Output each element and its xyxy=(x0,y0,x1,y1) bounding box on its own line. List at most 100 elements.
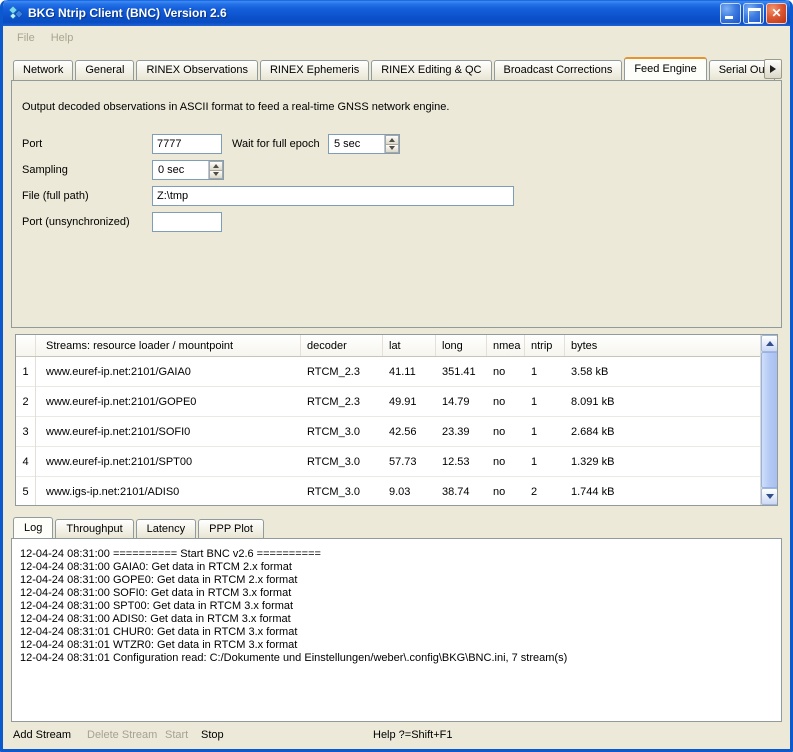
tab-latency[interactable]: Latency xyxy=(136,519,197,538)
close-button[interactable]: ✕ xyxy=(766,3,787,24)
bottom-action-bar: Add Stream Delete Stream Start Stop Help… xyxy=(3,722,790,750)
scroll-down-icon[interactable] xyxy=(761,488,778,505)
cell-bytes: 3.58 kB xyxy=(565,366,760,378)
menubar: File Help xyxy=(3,26,790,50)
tab-throughput[interactable]: Throughput xyxy=(55,519,133,538)
wait-for-full-epoch-label: Wait for full epoch xyxy=(232,138,328,150)
main-tabbar: Network General RINEX Observations RINEX… xyxy=(13,56,782,80)
cell-decoder: RTCM_2.3 xyxy=(301,396,383,408)
tab-rinex-observations[interactable]: RINEX Observations xyxy=(136,60,257,80)
tab-broadcast-corrections[interactable]: Broadcast Corrections xyxy=(494,60,623,80)
scrollbar-thumb[interactable] xyxy=(761,352,778,488)
sampling-spin-up-icon[interactable] xyxy=(209,161,223,171)
port-unsynchronized-label: Port (unsynchronized) xyxy=(22,216,152,228)
delete-stream-button[interactable]: Delete Stream xyxy=(87,729,157,741)
wait-for-full-epoch-spinbox[interactable]: 5 sec xyxy=(328,134,400,154)
log-pane: 12-04-24 08:31:00 ========== Start BNC v… xyxy=(11,538,782,722)
window-title: BKG Ntrip Client (BNC) Version 2.6 xyxy=(28,6,720,20)
cell-mountpoint: www.euref-ip.net:2101/GAIA0 xyxy=(36,366,301,378)
cell-long: 12.53 xyxy=(436,456,487,468)
cell-nmea: no xyxy=(487,396,525,408)
cell-nmea: no xyxy=(487,366,525,378)
cell-mountpoint: www.igs-ip.net:2101/ADIS0 xyxy=(36,486,301,498)
add-stream-button[interactable]: Add Stream xyxy=(13,729,71,741)
row-number: 4 xyxy=(16,447,36,477)
sampling-spin-down-icon[interactable] xyxy=(209,171,223,180)
app-window: BKG Ntrip Client (BNC) Version 2.6 ✕ Fil… xyxy=(0,0,793,752)
row-number: 3 xyxy=(16,417,36,447)
log-line: 12-04-24 08:31:01 WTZR0: Get data in RTC… xyxy=(20,639,775,652)
cell-mountpoint: www.euref-ip.net:2101/SOFI0 xyxy=(36,426,301,438)
stop-button[interactable]: Stop xyxy=(201,729,224,741)
menu-help[interactable]: Help xyxy=(43,29,82,47)
app-icon xyxy=(8,5,24,21)
header-bytes: bytes xyxy=(565,335,760,356)
header-long: long xyxy=(436,335,487,356)
tab-scroll-right-button[interactable] xyxy=(764,59,782,79)
bottom-tabbar: Log Throughput Latency PPP Plot xyxy=(13,516,782,538)
cell-decoder: RTCM_2.3 xyxy=(301,366,383,378)
window-controls: ✕ xyxy=(720,3,787,24)
tab-log[interactable]: Log xyxy=(13,517,53,538)
file-full-path-input[interactable] xyxy=(152,186,514,206)
header-lat: lat xyxy=(383,335,436,356)
row-number: 5 xyxy=(16,477,36,506)
streams-table-header: Streams: resource loader / mountpoint de… xyxy=(16,335,760,357)
tab-general[interactable]: General xyxy=(75,60,134,80)
log-line: 12-04-24 08:31:00 GAIA0: Get data in RTC… xyxy=(20,561,775,574)
minimize-button[interactable] xyxy=(720,3,741,24)
table-row[interactable]: 1 www.euref-ip.net:2101/GAIA0 RTCM_2.3 4… xyxy=(16,357,760,387)
sampling-label: Sampling xyxy=(22,164,152,176)
cell-nmea: no xyxy=(487,456,525,468)
vertical-scrollbar[interactable] xyxy=(760,335,777,505)
log-line: 12-04-24 08:31:00 SPT00: Get data in RTC… xyxy=(20,600,775,613)
cell-long: 23.39 xyxy=(436,426,487,438)
cell-mountpoint: www.euref-ip.net:2101/GOPE0 xyxy=(36,396,301,408)
cell-long: 351.41 xyxy=(436,366,487,378)
table-row[interactable]: 4 www.euref-ip.net:2101/SPT00 RTCM_3.0 5… xyxy=(16,447,760,477)
row-number: 2 xyxy=(16,387,36,417)
corner-header-cell xyxy=(16,335,36,356)
log-line: 12-04-24 08:31:00 SOFI0: Get data in RTC… xyxy=(20,587,775,600)
log-line: 12-04-24 08:31:00 ADIS0: Get data in RTC… xyxy=(20,613,775,626)
cell-ntrip: 1 xyxy=(525,366,565,378)
titlebar: BKG Ntrip Client (BNC) Version 2.6 ✕ xyxy=(3,0,790,26)
table-row[interactable]: 2 www.euref-ip.net:2101/GOPE0 RTCM_2.3 4… xyxy=(16,387,760,417)
cell-nmea: no xyxy=(487,486,525,498)
log-line: 12-04-24 08:31:00 ========== Start BNC v… xyxy=(20,548,775,561)
cell-nmea: no xyxy=(487,426,525,438)
row-number: 1 xyxy=(16,357,36,387)
cell-long: 38.74 xyxy=(436,486,487,498)
start-button[interactable]: Start xyxy=(165,729,188,741)
feed-engine-pane: Output decoded observations in ASCII for… xyxy=(11,80,782,328)
cell-mountpoint: www.euref-ip.net:2101/SPT00 xyxy=(36,456,301,468)
table-row[interactable]: 5 www.igs-ip.net:2101/ADIS0 RTCM_3.0 9.0… xyxy=(16,477,760,506)
cell-lat: 41.11 xyxy=(383,366,436,378)
port-input[interactable] xyxy=(152,134,222,154)
maximize-button[interactable] xyxy=(743,3,764,24)
menu-file[interactable]: File xyxy=(9,29,43,47)
cell-bytes: 2.684 kB xyxy=(565,426,760,438)
tab-ppp-plot[interactable]: PPP Plot xyxy=(198,519,264,538)
cell-ntrip: 1 xyxy=(525,456,565,468)
wait-spin-up-icon[interactable] xyxy=(385,135,399,145)
tab-rinex-ephemeris[interactable]: RINEX Ephemeris xyxy=(260,60,369,80)
scroll-up-icon[interactable] xyxy=(761,335,778,352)
header-nmea: nmea xyxy=(487,335,525,356)
cell-bytes: 1.744 kB xyxy=(565,486,760,498)
wait-for-full-epoch-value: 5 sec xyxy=(329,135,384,153)
log-line: 12-04-24 08:31:00 GOPE0: Get data in RTC… xyxy=(20,574,775,587)
sampling-value: 0 sec xyxy=(153,161,208,179)
cell-ntrip: 1 xyxy=(525,396,565,408)
cell-bytes: 8.091 kB xyxy=(565,396,760,408)
tab-rinex-editing-qc[interactable]: RINEX Editing & QC xyxy=(371,60,491,80)
header-mountpoint: Streams: resource loader / mountpoint xyxy=(36,335,301,356)
sampling-spinbox[interactable]: 0 sec xyxy=(152,160,224,180)
port-label: Port xyxy=(22,138,152,150)
table-row[interactable]: 3 www.euref-ip.net:2101/SOFI0 RTCM_3.0 4… xyxy=(16,417,760,447)
help-shortcut-label: Help ?=Shift+F1 xyxy=(373,729,453,741)
wait-spin-down-icon[interactable] xyxy=(385,145,399,154)
tab-feed-engine[interactable]: Feed Engine xyxy=(624,57,706,80)
port-unsynchronized-input[interactable] xyxy=(152,212,222,232)
tab-network[interactable]: Network xyxy=(13,60,73,80)
